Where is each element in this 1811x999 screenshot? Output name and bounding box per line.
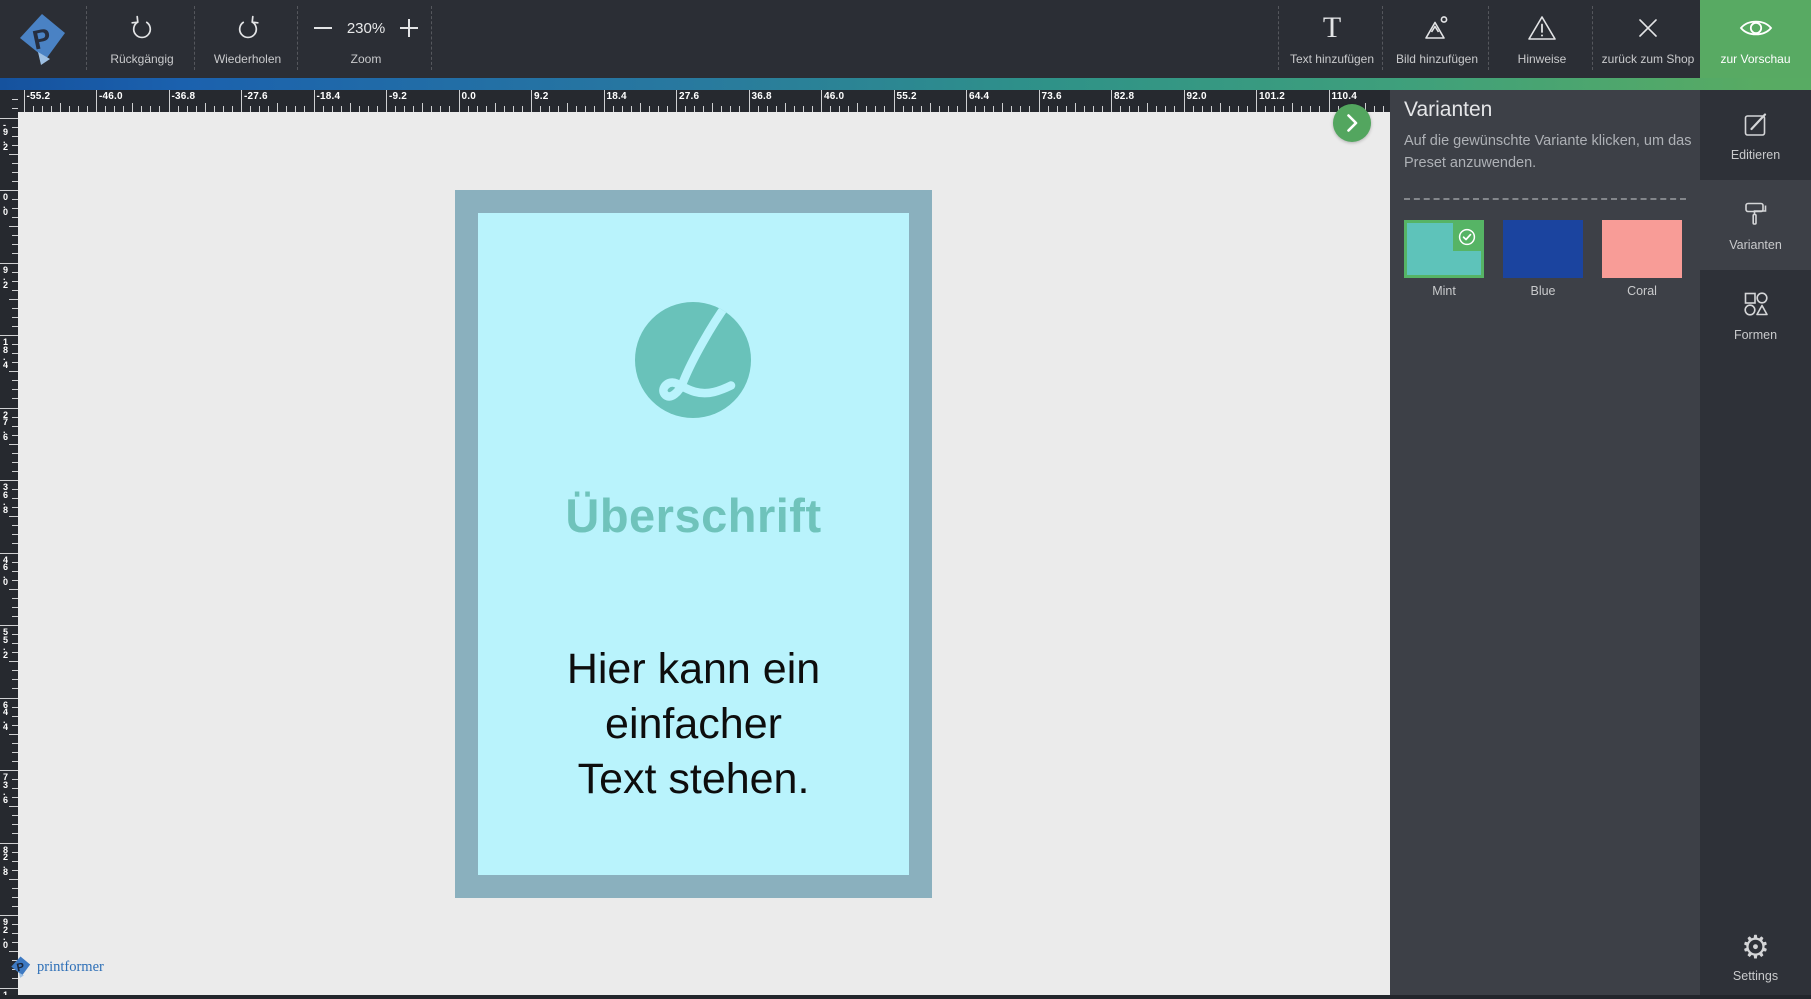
undo-label: Rückgängig [110,52,174,66]
redo-icon [234,12,262,44]
design-canvas[interactable]: Überschrift Hier kann ein einfacher Text… [18,112,1390,995]
toolbar-separator [1382,6,1383,70]
redo-label: Wiederholen [213,52,282,66]
add-image-label: Bild hinzufügen [1395,52,1479,66]
brand-watermark: P printformer [10,956,104,978]
tab-label: Varianten [1729,238,1782,252]
zoom-label: Zoom [350,52,382,66]
tab-label: Editieren [1730,148,1781,162]
gear-icon: ⚙ [1741,929,1770,965]
zoom-value: 230% [346,19,386,37]
check-circle-icon [1458,228,1476,246]
horizontal-ruler: -55.2 -46.0 -36.8 -27.6 -18.4 -9.2 0.0 9.2 18.4 2… [18,90,1390,112]
undo-icon [128,12,156,44]
vertical-ruler: - 9 . 20 . 09 . 21 8 . 42 7 . 63 6 . 84 … [0,90,18,995]
variant-blue-swatch[interactable] [1503,220,1583,278]
selected-badge [1453,223,1481,251]
variant-label: Coral [1627,284,1657,298]
add-image-icon [1422,12,1452,44]
variant-coral[interactable]: Coral [1602,220,1682,298]
preview-label: zur Vorschau [1720,52,1791,66]
brand-name: printformer [37,958,104,975]
toolbar-separator [431,6,432,70]
tab-formen[interactable]: Formen [1700,270,1811,360]
app-logo[interactable]: P [12,0,72,78]
tab-editieren[interactable]: Editieren [1700,90,1811,180]
warning-icon [1527,12,1557,44]
poster-body-line: Text stehen. [577,755,810,803]
right-tab-bar: Editieren Varianten Formen ⚙ Settings [1700,90,1811,995]
eye-icon [1738,12,1774,44]
edit-icon [1741,108,1771,140]
top-toolbar: P Rückgängig Wiederholen 230% Zoom T Tex… [0,0,1811,78]
zoom-control: 230% Zoom [301,0,431,78]
back-to-shop-label: zurück zum Shop [1601,52,1695,66]
script-l-logo-icon [635,302,751,418]
toolbar-separator [194,6,195,70]
back-to-shop-button[interactable]: zurück zum Shop [1596,0,1700,78]
poster-body-text[interactable]: Hier kann ein einfacher Text stehen. [455,642,932,807]
variant-label: Blue [1530,284,1556,298]
toolbar-separator [86,6,87,70]
paint-roller-icon [1741,198,1771,230]
zoom-out-button[interactable] [312,17,334,39]
poster-artboard[interactable]: Überschrift Hier kann ein einfacher Text… [455,190,932,898]
poster-body-line: Hier kann ein [566,645,821,693]
chevron-right-icon [1347,114,1358,132]
panel-description: Auf die gewünschte Variante klicken, um … [1404,133,1692,172]
tab-varianten[interactable]: Varianten [1700,180,1811,270]
add-image-button[interactable]: Bild hinzufügen [1386,0,1488,78]
hints-button[interactable]: Hinweise [1492,0,1592,78]
poster-body-line: einfacher [605,700,782,748]
tab-label: Formen [1733,328,1778,342]
add-text-button[interactable]: T Text hinzufügen [1282,0,1382,78]
variant-coral-swatch[interactable] [1602,220,1682,278]
variant-swatches: Mint Blue Coral [1404,220,1682,298]
add-text-label: Text hinzufügen [1289,52,1375,66]
variant-mint[interactable]: Mint [1404,220,1484,298]
bottom-edge [0,995,1811,999]
close-icon [1636,12,1660,44]
settings-button[interactable]: ⚙ Settings [1700,929,1811,983]
printformer-logo-icon: P [11,956,31,978]
settings-label: Settings [1732,969,1779,983]
toolbar-separator [297,6,298,70]
zoom-in-button[interactable] [398,17,420,39]
shapes-icon [1741,288,1771,320]
preview-button[interactable]: zur Vorschau [1700,0,1811,78]
undo-button[interactable]: Rückgängig [90,0,194,78]
variant-mint-swatch[interactable] [1404,220,1484,278]
dashed-divider [1404,198,1686,200]
toolbar-separator [1592,6,1593,70]
hints-label: Hinweise [1517,52,1567,66]
poster-logo-mark[interactable] [635,302,751,418]
progress-gradient-bar [0,78,1811,90]
variant-label: Mint [1432,284,1456,298]
redo-button[interactable]: Wiederholen [198,0,297,78]
printformer-logo-icon: P [20,14,65,65]
variant-blue[interactable]: Blue [1503,220,1583,298]
add-text-icon: T [1322,11,1342,44]
panel-collapse-button[interactable] [1333,104,1371,142]
variants-panel: Varianten Auf die gewünschte Variante kl… [1390,90,1700,995]
panel-title: Varianten [1404,98,1493,121]
toolbar-separator [1488,6,1489,70]
toolbar-separator [1278,6,1279,70]
poster-heading[interactable]: Überschrift [455,488,932,543]
